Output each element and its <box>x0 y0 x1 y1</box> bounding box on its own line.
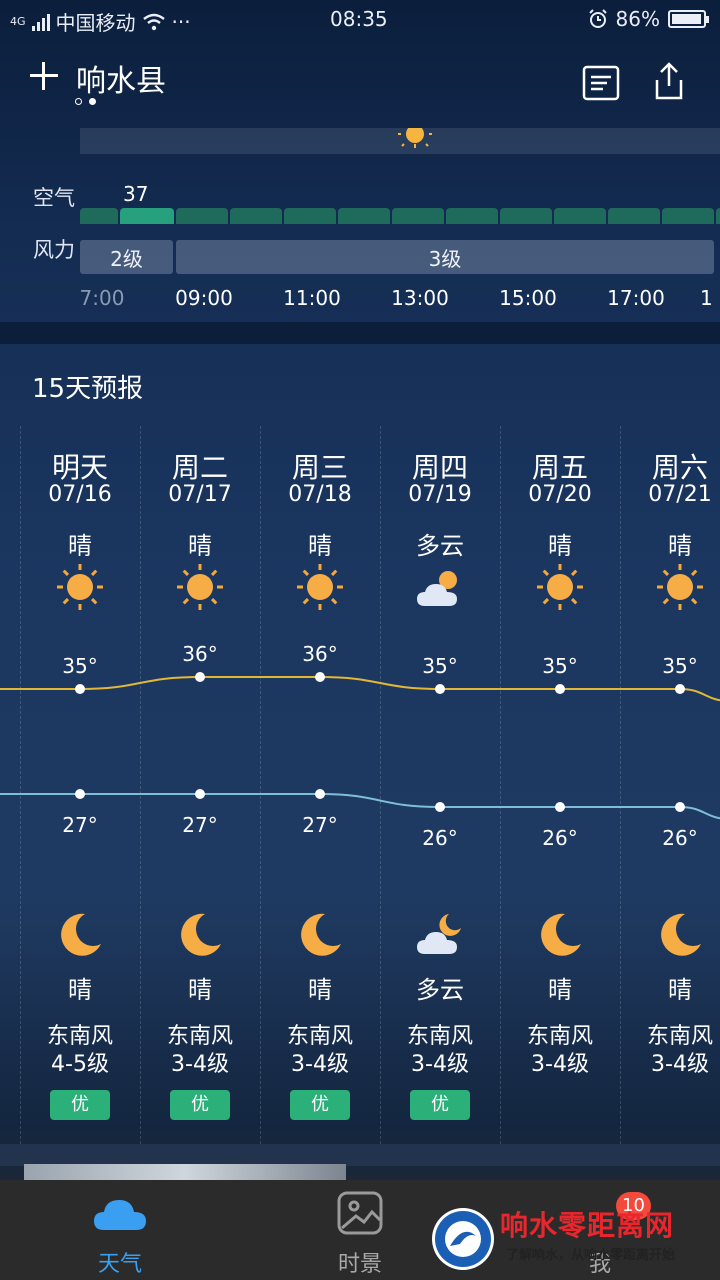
header: 响水县 <box>0 50 720 120</box>
list-icon[interactable] <box>580 62 622 104</box>
low-temp-label: 27° <box>182 813 217 837</box>
aqi-segment <box>662 208 714 224</box>
aqi-bars <box>80 208 720 224</box>
high-temp-point <box>195 672 205 682</box>
alarm-icon <box>588 9 607 28</box>
aqi-segment <box>608 208 660 224</box>
aqi-segment <box>446 208 498 224</box>
aqi-segment <box>284 208 336 224</box>
high-temp-point <box>555 684 565 694</box>
low-temp-point <box>675 802 685 812</box>
battery-icon <box>668 10 709 28</box>
sun-icon <box>398 128 432 148</box>
aqi-segment <box>80 208 118 224</box>
wind-segment: 2级 <box>80 240 173 274</box>
hour-label: 09:00 <box>175 286 233 310</box>
low-temp-line <box>0 792 720 820</box>
wind-segment: 3级 <box>176 240 714 274</box>
page-dot <box>75 98 82 105</box>
aqi-segment <box>500 208 552 224</box>
high-temp-label: 36° <box>182 642 217 666</box>
more-dots: ··· <box>171 9 191 34</box>
page-indicator <box>75 98 96 105</box>
clock: 08:35 <box>330 7 388 31</box>
tab-label: 天气 <box>97 1252 142 1277</box>
wind-label: 风力 <box>33 238 75 262</box>
forecast-panel[interactable]: 明天 07/16 晴晴东南风 4-5级优周二 07/17 晴晴东南风 3-4级优周三 07/1… <box>0 426 720 1144</box>
forecast-title: 15天预报 <box>32 374 144 404</box>
aqi-segment <box>338 208 390 224</box>
page-dot-active <box>89 98 96 105</box>
low-temp-label: 26° <box>662 826 697 850</box>
tab-weather[interactable]: 天气 <box>0 1180 240 1280</box>
high-temp-label: 35° <box>422 654 457 678</box>
wifi-icon <box>142 13 165 30</box>
high-temp-point <box>315 672 325 682</box>
high-temp-label: 35° <box>662 654 697 678</box>
cloud-icon <box>94 1200 146 1230</box>
aqi-segment <box>230 208 282 224</box>
high-temp-label: 35° <box>62 654 97 678</box>
add-city-icon[interactable] <box>28 60 60 92</box>
carrier-name: 中国移动 <box>55 11 136 35</box>
scene-thumbnail[interactable] <box>24 1164 346 1180</box>
high-temp-point <box>435 684 445 694</box>
battery-percent: 86% <box>615 7 660 31</box>
share-icon[interactable] <box>648 60 690 102</box>
temperature-chart: 35° 36° 36° 35° 35° 35° 27° 27° 27° 26° 26° 26° <box>0 642 720 850</box>
low-temp-point <box>315 789 325 799</box>
low-temp-point <box>75 789 85 799</box>
high-temp-label: 36° <box>302 642 337 666</box>
hour-label: 7:00 <box>79 286 125 310</box>
hour-label: 17:00 <box>607 286 665 310</box>
aqi-segment <box>716 208 720 224</box>
hour-label: 13:00 <box>391 286 449 310</box>
status-bar: 4G 中国移动 ··· 08:35 86% <box>0 0 720 38</box>
low-temp-label: 26° <box>542 826 577 850</box>
high-temp-line <box>0 676 720 702</box>
section-divider <box>0 1144 720 1166</box>
low-temp-point <box>195 789 205 799</box>
network-type: 4G <box>10 15 26 28</box>
aqi-segment <box>120 208 174 224</box>
city-name[interactable]: 响水县 <box>76 56 166 100</box>
low-temp-point <box>435 802 445 812</box>
hour-label: 1 <box>700 286 713 310</box>
aqi-segment <box>554 208 606 224</box>
hour-labels: 7:00 09:00 11:00 13:00 15:00 17:00 1 <box>0 286 720 316</box>
aqi-segment <box>392 208 444 224</box>
high-temp-point <box>675 684 685 694</box>
aqi-value: 37 <box>123 182 149 206</box>
aqi-segment <box>176 208 228 224</box>
high-temp-label: 35° <box>542 654 577 678</box>
watermark-title: 响水零距离网 <box>500 1209 675 1242</box>
image-icon <box>337 1191 383 1235</box>
wind-row: 2级 3级 <box>80 240 720 274</box>
low-temp-label: 27° <box>62 813 97 837</box>
low-temp-label: 26° <box>422 826 457 850</box>
low-temp-point <box>555 802 565 812</box>
hour-label: 11:00 <box>283 286 341 310</box>
high-temp-point <box>75 684 85 694</box>
hour-label: 15:00 <box>499 286 557 310</box>
watermark-logo <box>432 1208 494 1270</box>
watermark-subtitle: 了解响水，从响水零距离开始 <box>506 1248 676 1263</box>
low-temp-label: 27° <box>302 813 337 837</box>
section-divider <box>0 322 720 344</box>
signal-icon <box>31 13 50 31</box>
air-label: 空气 <box>33 186 75 210</box>
